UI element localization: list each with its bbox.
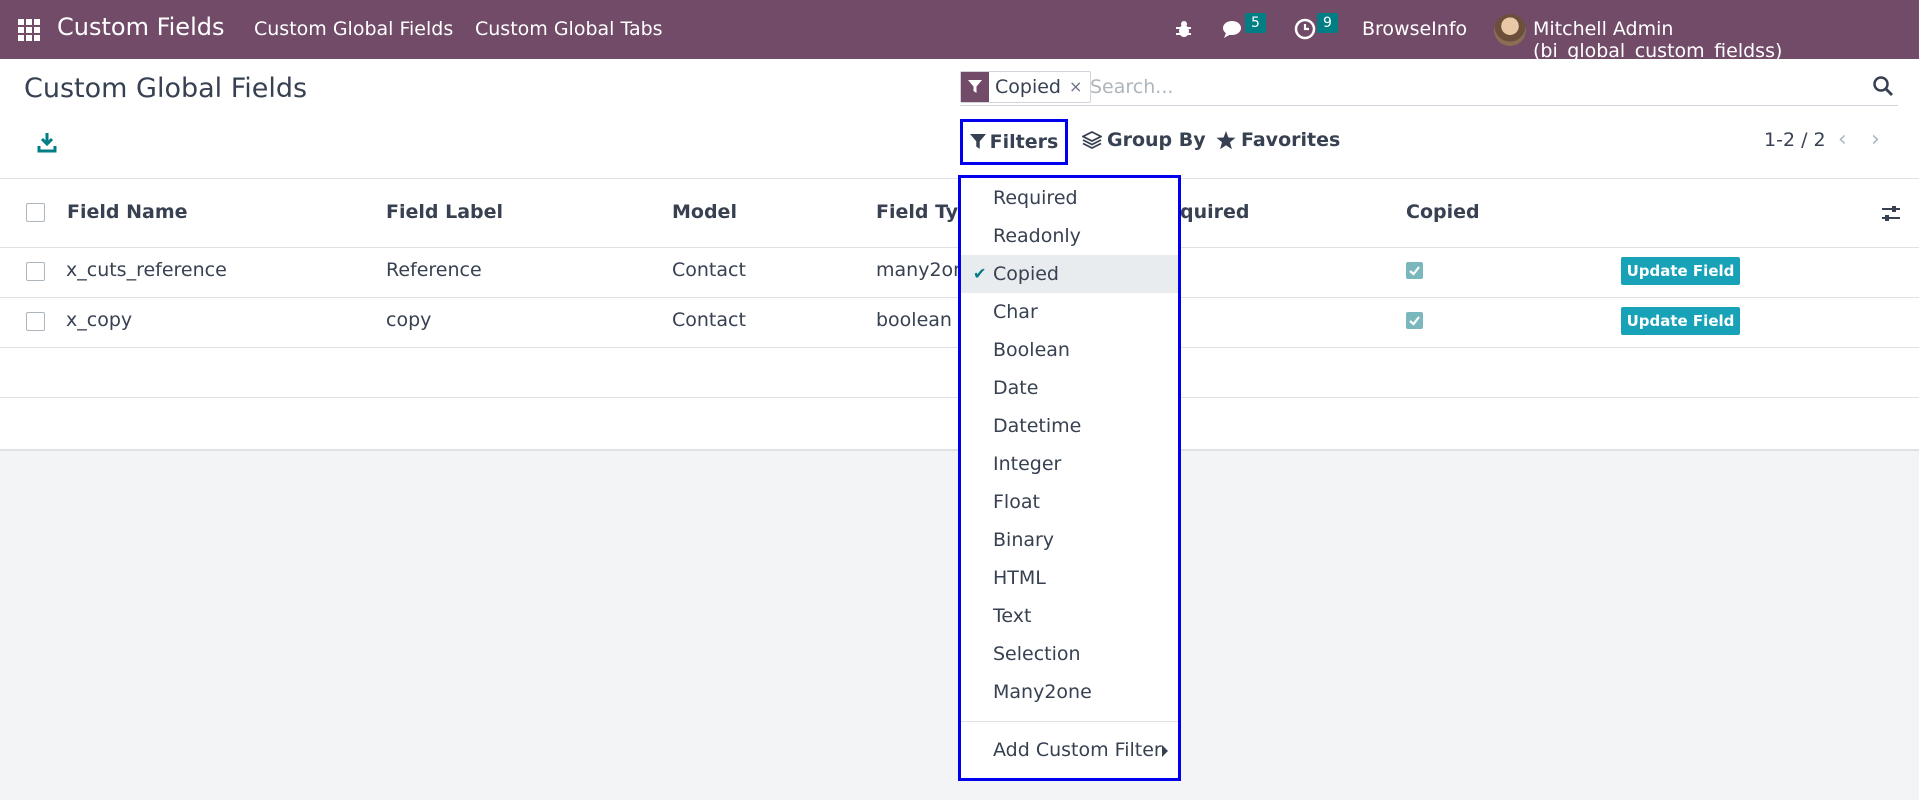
cell-field-label: Reference xyxy=(386,259,482,281)
filter-html[interactable]: HTML xyxy=(961,559,1178,597)
filter-many2one[interactable]: Many2one xyxy=(961,673,1178,711)
app-grid-icon[interactable] xyxy=(18,19,40,41)
filter-label: Text xyxy=(993,605,1032,627)
pager-next-icon[interactable]: › xyxy=(1871,127,1880,152)
company-switcher[interactable]: BrowseInfo xyxy=(1362,18,1467,40)
search-input[interactable] xyxy=(1088,71,1832,103)
filter-label: Binary xyxy=(993,529,1055,551)
filter-text[interactable]: Text xyxy=(961,597,1178,635)
filter-icon xyxy=(969,134,986,149)
row-checkbox[interactable] xyxy=(26,262,45,281)
add-custom-filter-label: Add Custom Filter xyxy=(993,739,1162,761)
user-menu[interactable]: Mitchell Admin (bi_global_custom_fieldss… xyxy=(1533,18,1919,62)
filter-label: Readonly xyxy=(993,225,1081,247)
column-copied[interactable]: Copied xyxy=(1406,201,1480,223)
column-field-name[interactable]: Field Name xyxy=(67,201,188,223)
filter-label: Char xyxy=(993,301,1038,323)
cell-field-type: boolean xyxy=(876,309,952,331)
filter-readonly[interactable]: Readonly xyxy=(961,217,1178,255)
filter-selection[interactable]: Selection xyxy=(961,635,1178,673)
messages-badge: 5 xyxy=(1245,13,1266,33)
checkmark-icon: ✔ xyxy=(973,264,987,283)
copied-checkbox xyxy=(1406,262,1423,279)
menu-custom-global-tabs[interactable]: Custom Global Tabs xyxy=(475,18,663,40)
column-field-label[interactable]: Field Label xyxy=(386,201,503,223)
cell-field-label: copy xyxy=(386,309,432,331)
control-panel: Custom Global Fields Copied × Filters xyxy=(0,59,1919,178)
filter-label: Selection xyxy=(993,643,1081,665)
menu-custom-global-fields[interactable]: Custom Global Fields xyxy=(254,18,453,40)
caret-right-icon xyxy=(1162,745,1168,757)
activities-badge: 9 xyxy=(1317,13,1338,33)
add-custom-filter[interactable]: Add Custom Filter xyxy=(961,731,1178,769)
filter-label: Many2one xyxy=(993,681,1092,703)
filter-label: Integer xyxy=(993,453,1062,475)
favorites-label: Favorites xyxy=(1241,129,1341,151)
update-field-button[interactable]: Update Field xyxy=(1621,307,1740,335)
pager-value[interactable]: 1-2 / 2 xyxy=(1764,129,1826,151)
select-all-checkbox[interactable] xyxy=(26,203,45,222)
user-avatar[interactable] xyxy=(1494,14,1526,46)
layers-icon xyxy=(1082,131,1102,149)
chat-icon[interactable] xyxy=(1222,19,1246,39)
filter-label: Date xyxy=(993,377,1039,399)
filter-datetime[interactable]: Datetime xyxy=(961,407,1178,445)
filter-binary[interactable]: Binary xyxy=(961,521,1178,559)
update-field-button[interactable]: Update Field xyxy=(1621,257,1740,285)
filter-label: Float xyxy=(993,491,1040,513)
filters-dropdown: Required Readonly ✔ Copied Char Boolean … xyxy=(958,175,1181,781)
facet-label: Copied xyxy=(995,76,1061,98)
download-icon[interactable] xyxy=(36,131,58,153)
column-required[interactable]: quired xyxy=(1180,201,1250,223)
page-title: Custom Global Fields xyxy=(24,73,308,104)
search-facet: Copied × xyxy=(960,71,1092,103)
search-bar: Copied × xyxy=(960,69,1898,106)
filter-date[interactable]: Date xyxy=(961,369,1178,407)
filter-label: HTML xyxy=(993,567,1046,589)
filter-label: Copied xyxy=(993,263,1059,285)
filter-label: Boolean xyxy=(993,339,1070,361)
filter-integer[interactable]: Integer xyxy=(961,445,1178,483)
filters-button[interactable]: Filters xyxy=(960,119,1068,165)
column-model[interactable]: Model xyxy=(672,201,737,223)
filter-boolean[interactable]: Boolean xyxy=(961,331,1178,369)
filter-icon xyxy=(961,72,989,102)
search-icon[interactable] xyxy=(1872,75,1894,97)
filter-required[interactable]: Required xyxy=(961,179,1178,217)
cell-field-type: many2on xyxy=(876,259,966,281)
filter-copied[interactable]: ✔ Copied xyxy=(961,255,1178,293)
copied-checkbox xyxy=(1406,312,1423,329)
filter-label: Datetime xyxy=(993,415,1082,437)
row-checkbox[interactable] xyxy=(26,312,45,331)
cell-field-name: x_cuts_reference xyxy=(66,259,227,281)
cell-field-name: x_copy xyxy=(66,309,133,331)
optional-columns-icon[interactable] xyxy=(1880,203,1902,225)
filters-label: Filters xyxy=(989,131,1059,153)
cell-model: Contact xyxy=(672,259,746,281)
bug-icon[interactable] xyxy=(1174,19,1194,39)
group-by-label: Group By xyxy=(1107,129,1206,151)
star-icon xyxy=(1216,130,1236,149)
favorites-button[interactable]: Favorites xyxy=(1216,129,1340,151)
filter-float[interactable]: Float xyxy=(961,483,1178,521)
filter-label: Required xyxy=(993,187,1078,209)
pager-previous-icon[interactable]: ‹ xyxy=(1838,127,1847,152)
group-by-button[interactable]: Group By xyxy=(1082,129,1206,151)
dropdown-divider xyxy=(961,721,1178,722)
filter-char[interactable]: Char xyxy=(961,293,1178,331)
cell-model: Contact xyxy=(672,309,746,331)
clock-icon[interactable] xyxy=(1294,18,1316,40)
top-navbar: Custom Fields Custom Global Fields Custo… xyxy=(0,0,1919,62)
app-title[interactable]: Custom Fields xyxy=(57,13,224,41)
